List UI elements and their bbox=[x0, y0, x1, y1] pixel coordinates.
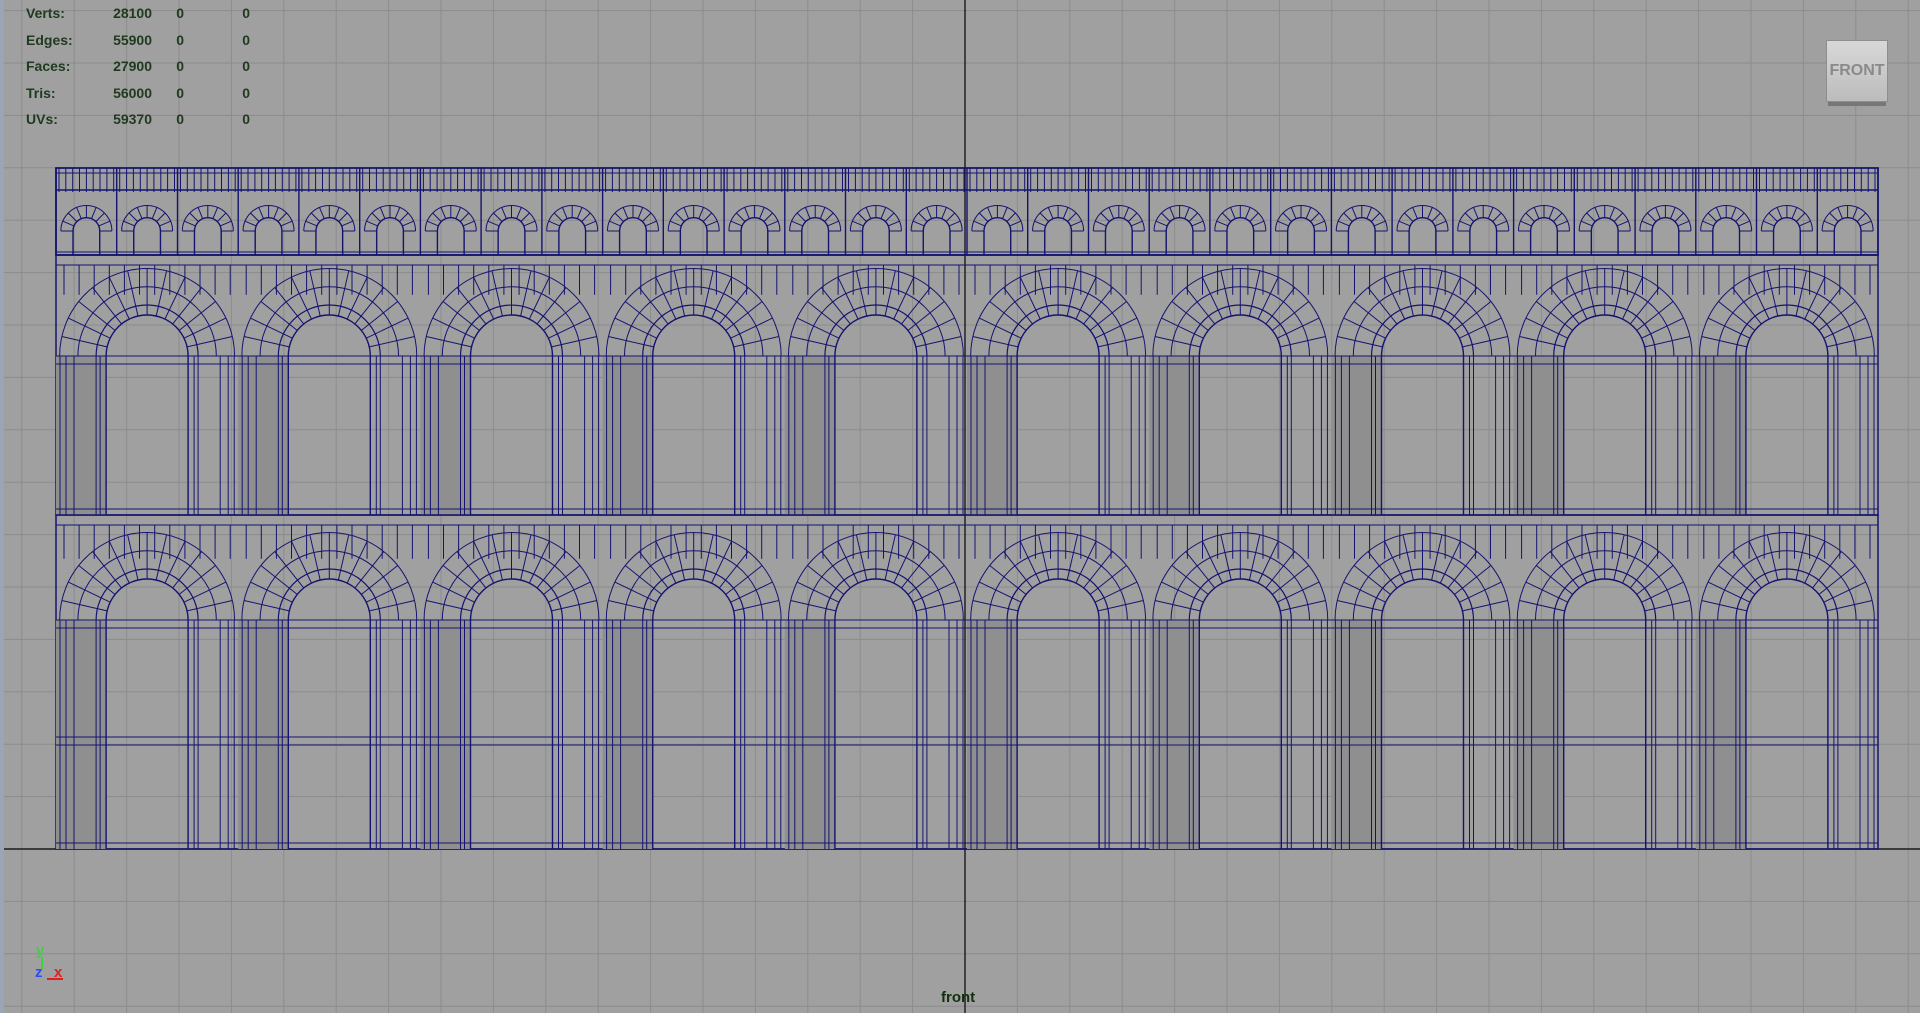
hud-selected: 0 bbox=[176, 5, 184, 21]
hud-value: 59370 bbox=[113, 111, 152, 127]
hud-row-faces: Faces: 27900 0 0 bbox=[26, 53, 250, 80]
hud-value: 27900 bbox=[113, 58, 152, 74]
hud-row-uvs: UVs: 59370 0 0 bbox=[26, 106, 250, 133]
viewport-grid bbox=[4, 0, 1920, 1013]
hud-component: 0 bbox=[242, 31, 250, 48]
axis-x-label: x bbox=[54, 964, 63, 981]
hud-row-edges: Edges: 55900 0 0 bbox=[26, 27, 250, 54]
aqueduct-wireframe bbox=[55, 167, 1879, 850]
hud-value: 56000 bbox=[113, 84, 152, 101]
viewport-canvas[interactable] bbox=[4, 0, 1920, 1013]
hud-selected: 0 bbox=[176, 58, 184, 74]
hud-selected: 0 bbox=[176, 111, 184, 127]
hud-row-verts: Verts: 28100 0 0 bbox=[26, 0, 250, 27]
front-viewport[interactable]: Verts: 28100 0 0 Edges: 55900 0 0 Faces:… bbox=[0, 0, 1920, 1013]
hud-label: Verts: bbox=[26, 5, 65, 21]
hud-component: 0 bbox=[242, 111, 250, 127]
hud-selected: 0 bbox=[176, 84, 184, 101]
poly-count-hud: Verts: 28100 0 0 Edges: 55900 0 0 Faces:… bbox=[26, 0, 250, 133]
hud-selected: 0 bbox=[176, 31, 184, 48]
hud-row-tris: Tris: 56000 0 0 bbox=[26, 80, 250, 107]
hud-label: Faces: bbox=[26, 58, 71, 74]
view-cube[interactable]: FRONT bbox=[1826, 40, 1888, 102]
grid-lines bbox=[4, 0, 1920, 1013]
hud-label: Tris: bbox=[26, 84, 56, 101]
hud-value: 55900 bbox=[113, 31, 152, 48]
hud-component: 0 bbox=[242, 84, 250, 101]
hud-value: 28100 bbox=[113, 5, 152, 21]
hud-component: 0 bbox=[242, 5, 250, 21]
axis-z-label: z bbox=[35, 964, 43, 981]
axis-y-label: y bbox=[36, 942, 45, 959]
hud-component: 0 bbox=[242, 58, 250, 74]
hud-label: Edges: bbox=[26, 31, 73, 48]
view-cube-label: FRONT bbox=[1829, 62, 1885, 79]
axis-gizmo-icon: y z x bbox=[32, 942, 72, 986]
hud-label: UVs: bbox=[26, 111, 58, 127]
camera-name-label: front bbox=[941, 989, 976, 1006]
